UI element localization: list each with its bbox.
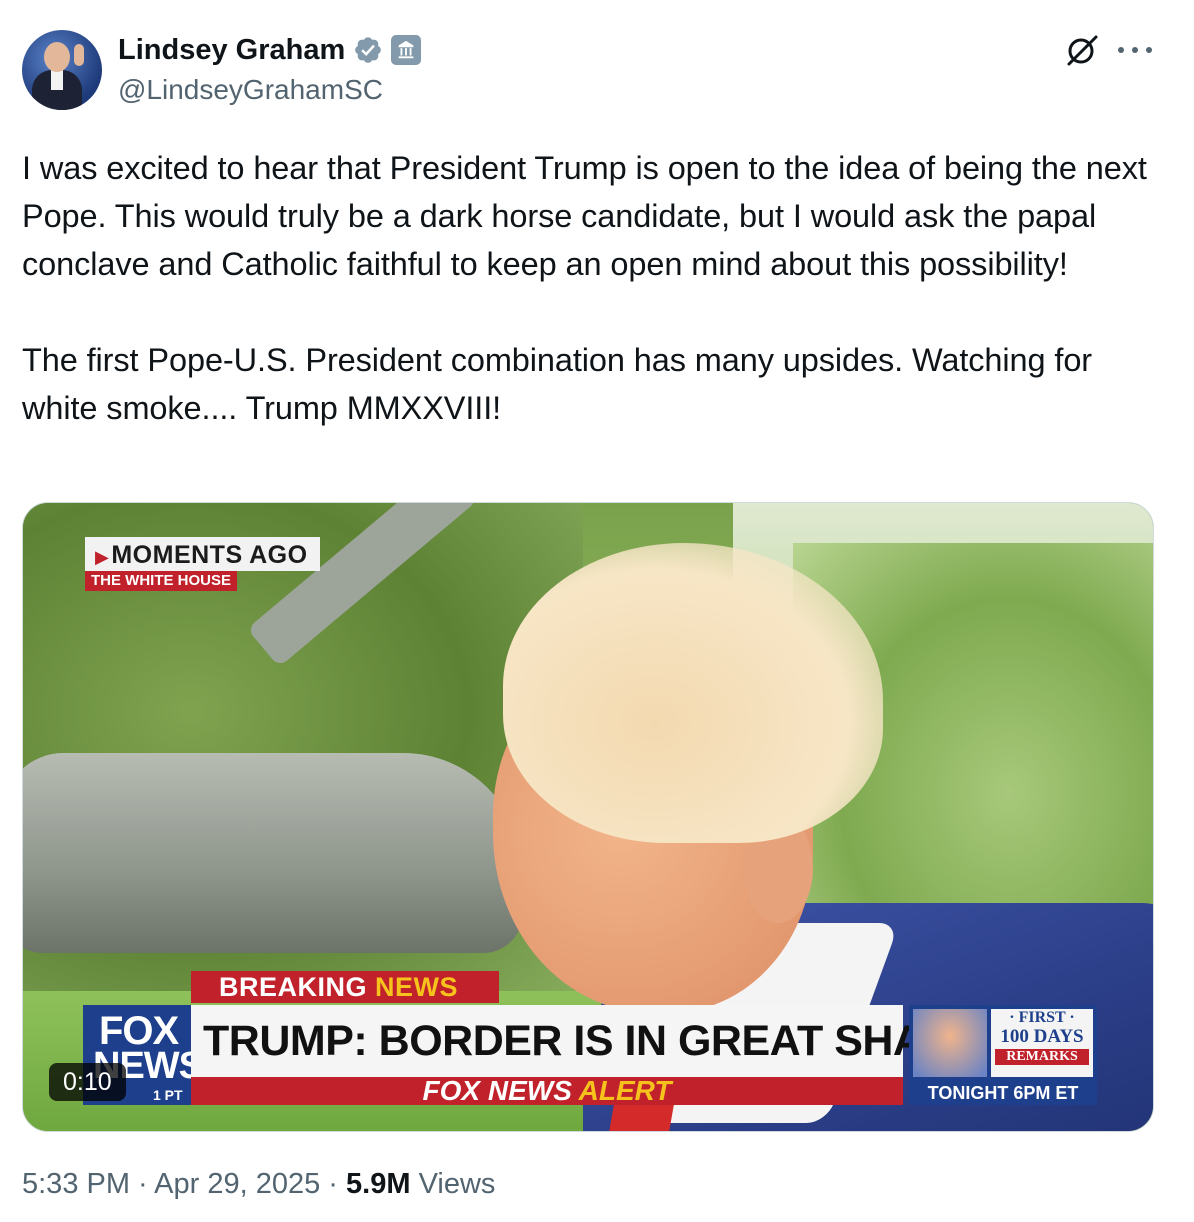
first-100-days-promo: · FIRST · 100 DAYS REMARKS TONIGHT 6PM E… — [909, 1005, 1097, 1105]
views-label: Views — [418, 1168, 496, 1200]
promo-line-1: · FIRST · — [1009, 1009, 1075, 1026]
moments-label-text: MOMENTS AGO — [111, 541, 308, 569]
alert-part-1: FOX NEWS — [422, 1075, 572, 1106]
video-duration-badge: 0:10 — [49, 1063, 126, 1101]
more-options-icon[interactable] — [1118, 44, 1152, 56]
promo-line-3: REMARKS — [995, 1049, 1089, 1065]
tweet-time[interactable]: 5:33 PM — [22, 1168, 130, 1200]
tweet-date[interactable]: Apr 29, 2025 — [154, 1168, 320, 1200]
verified-badge-icon[interactable] — [353, 35, 383, 65]
moments-ago-label: ▶MOMENTS AGO THE WHITE HOUSE — [85, 537, 320, 591]
breaking-label: BREAKING — [219, 972, 368, 1002]
author-name[interactable]: Lindsey Graham — [118, 34, 345, 67]
location-label: THE WHITE HOUSE — [85, 571, 238, 591]
promo-tonight: TONIGHT 6PM ET — [927, 1083, 1079, 1103]
government-building-icon[interactable] — [391, 35, 422, 65]
avatar[interactable] — [22, 30, 102, 110]
promo-text: · FIRST · 100 DAYS REMARKS — [991, 1009, 1093, 1077]
chyron-headline: TRUMP: BORDER IS IN GREAT SHAPE — [191, 1005, 980, 1077]
author-row: Lindsey Graham — [118, 32, 422, 68]
tweet-paragraph-2: The first Pope-U.S. President combinatio… — [22, 342, 1093, 426]
tweet-meta: 5:33 PM · Apr 29, 2025 · 5.9M Views — [22, 1168, 495, 1201]
logo-line-3: 1 PT — [153, 1087, 183, 1103]
meta-separator: · — [130, 1168, 155, 1200]
author-handle[interactable]: @LindseyGrahamSC — [118, 74, 383, 106]
grok-icon[interactable] — [1064, 32, 1100, 68]
tweet-paragraph-1: I was excited to hear that President Tru… — [22, 150, 1147, 282]
promo-line-2: 100 DAYS — [1000, 1026, 1084, 1047]
views-count[interactable]: 5.9M — [346, 1168, 410, 1200]
breaking-news-label: NEWS — [375, 972, 459, 1002]
video-player[interactable]: ▶MOMENTS AGO THE WHITE HOUSE BREAKING NE… — [22, 502, 1154, 1132]
promo-photo — [913, 1009, 987, 1077]
play-triangle-icon: ▶ — [95, 547, 110, 567]
tweet-text: I was excited to hear that President Tru… — [22, 144, 1172, 432]
alert-part-2: ALERT — [578, 1075, 672, 1106]
video-scene-helicopter — [23, 753, 523, 953]
breaking-news-banner: BREAKING NEWS — [191, 971, 499, 1003]
fox-news-alert-bar: FOX NEWS ALERT — [191, 1077, 903, 1105]
meta-separator-2: · — [320, 1168, 347, 1200]
